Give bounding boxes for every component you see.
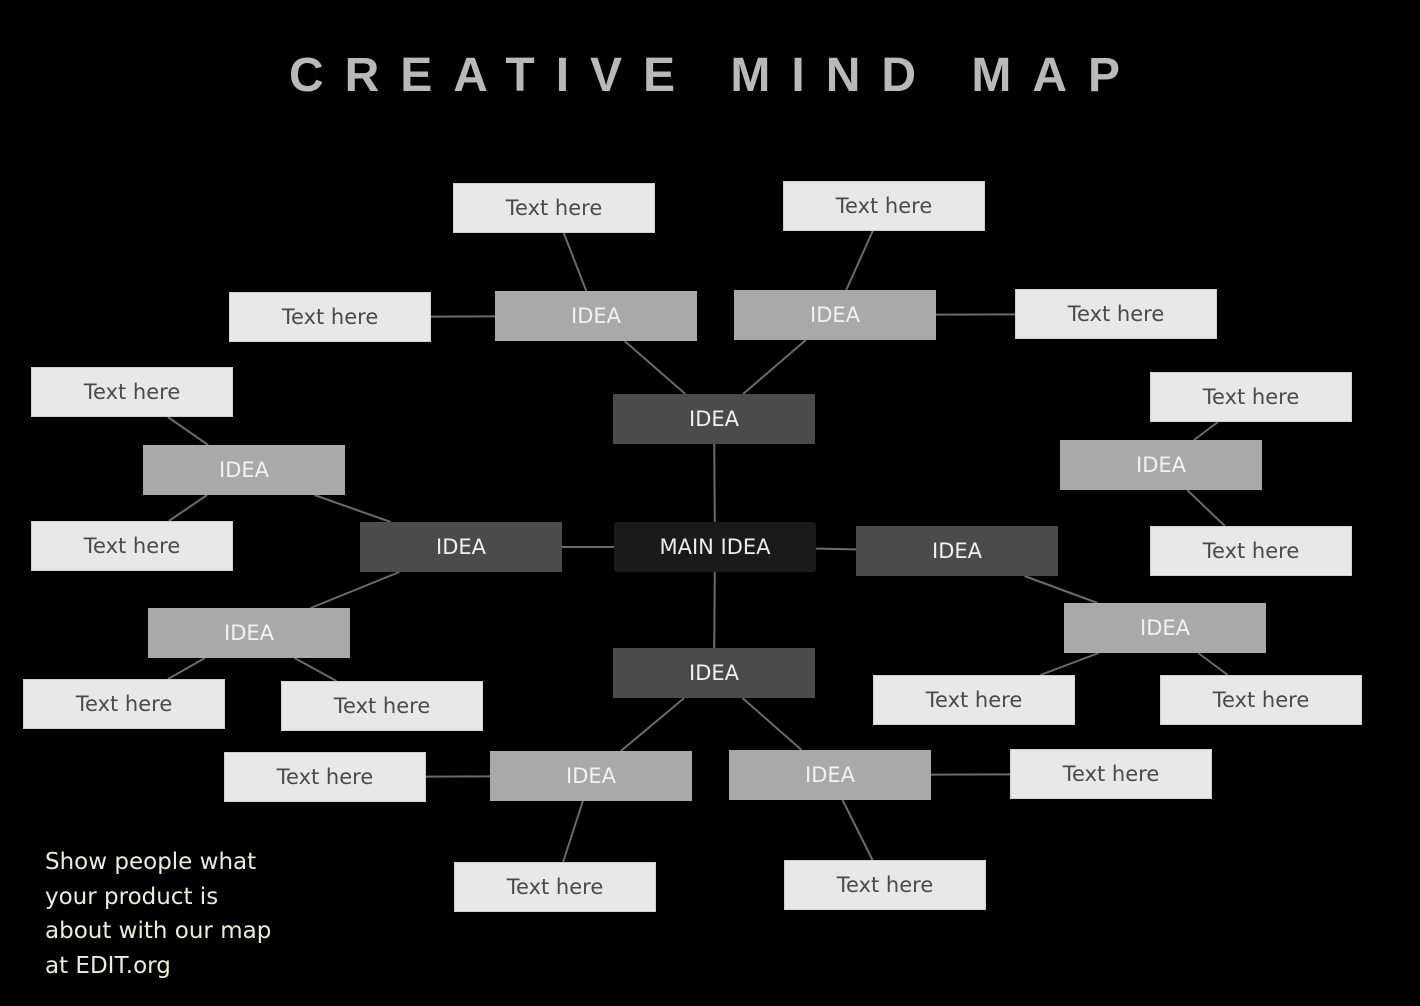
text-node[interactable]: Text here (23, 679, 225, 729)
connector-line (167, 657, 206, 680)
connector-line (1186, 489, 1226, 527)
text-node[interactable]: Text here (453, 183, 655, 233)
connector-line (562, 232, 588, 292)
sub-idea-node[interactable]: IDEA (734, 290, 936, 340)
sub-idea-node[interactable]: IDEA (490, 751, 692, 801)
text-node[interactable]: Text here (784, 860, 986, 910)
main-idea-node[interactable]: MAIN IDEA (614, 522, 816, 572)
text-node[interactable]: Text here (1160, 675, 1362, 725)
text-node[interactable]: Text here (454, 862, 656, 912)
text-node[interactable]: Text here (31, 367, 233, 417)
promo-text: Show people what your product is about w… (45, 845, 325, 983)
connector-line (168, 494, 208, 522)
text-node[interactable]: Text here (1015, 289, 1217, 339)
promo-line: at EDIT.org (45, 952, 171, 979)
connector-line (742, 339, 807, 395)
connector-line (562, 800, 584, 863)
text-node[interactable]: Text here (31, 521, 233, 571)
idea-node-left[interactable]: IDEA (360, 522, 562, 572)
connector-line (713, 571, 716, 649)
idea-node-bottom[interactable]: IDEA (613, 648, 815, 698)
sub-idea-node[interactable]: IDEA (148, 608, 350, 658)
connector-line (815, 547, 857, 551)
text-node[interactable]: Text here (281, 681, 483, 731)
text-node[interactable]: Text here (224, 752, 426, 802)
connector-line (1024, 575, 1098, 604)
connector-line (845, 230, 874, 291)
connector-line (1197, 652, 1229, 676)
promo-line: Show people what (45, 849, 257, 875)
connector-line (713, 443, 716, 523)
connector-line (1039, 652, 1100, 676)
sub-idea-node[interactable]: IDEA (495, 291, 697, 341)
sub-idea-node[interactable]: IDEA (1064, 603, 1266, 653)
connector-line (623, 340, 687, 395)
sub-idea-node[interactable]: IDEA (729, 750, 931, 800)
idea-node-top[interactable]: IDEA (613, 394, 815, 444)
promo-line: about with our map (45, 918, 272, 944)
connector-line (167, 416, 209, 446)
connector-line (841, 799, 874, 861)
text-node[interactable]: Text here (873, 675, 1075, 725)
text-node[interactable]: Text here (229, 292, 431, 342)
text-node[interactable]: Text here (1150, 526, 1352, 576)
idea-node-right[interactable]: IDEA (856, 526, 1058, 576)
text-node[interactable]: Text here (1150, 372, 1352, 422)
connector-line (741, 697, 803, 751)
connector-line (620, 697, 685, 752)
text-node[interactable]: Text here (1010, 749, 1212, 799)
sub-idea-node[interactable]: IDEA (143, 445, 345, 495)
text-node[interactable]: Text here (783, 181, 985, 231)
connector-line (1193, 421, 1219, 441)
promo-line: your product is (45, 883, 219, 910)
connector-line (310, 571, 400, 609)
connector-line (294, 657, 337, 682)
sub-idea-node[interactable]: IDEA (1060, 440, 1262, 490)
connector-line (314, 494, 391, 523)
